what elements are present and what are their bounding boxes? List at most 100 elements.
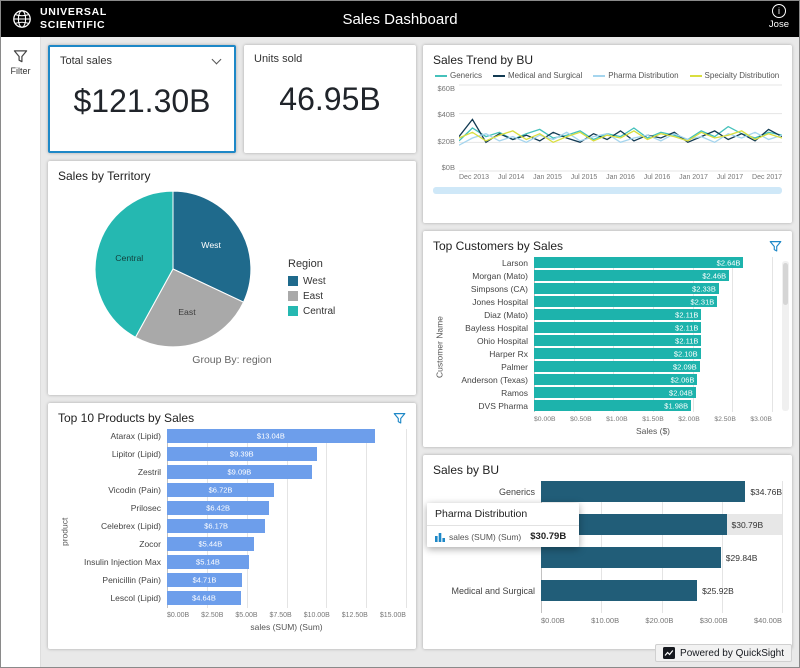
bar[interactable]: $2.10B: [534, 348, 701, 359]
bar[interactable]: $1.98B: [534, 400, 692, 411]
bar-value: $2.31B: [690, 297, 715, 306]
bar-track: $9.39B: [167, 447, 406, 461]
bar-row-atarax-lipid[interactable]: Atarax (Lipid) $13.04B: [71, 429, 406, 443]
x-axis: $0.00B $2.50B $5.00B $7.50B $10.00B $12.50B $1…: [167, 609, 406, 622]
chart-filter-icon[interactable]: [769, 240, 782, 253]
user-name[interactable]: Jose: [769, 19, 789, 30]
bar[interactable]: $2.46B: [534, 270, 730, 281]
bar-value: $25.92B: [702, 585, 734, 596]
bar-row-morgan-mato[interactable]: Morgan (Mato) $2.46B: [446, 270, 772, 281]
bar-row-item[interactable]: $29.84B: [433, 547, 782, 568]
legend-item-pharma-distribution[interactable]: Pharma Distribution: [593, 71, 679, 80]
bar-track: $29.84B: [541, 547, 782, 568]
bar[interactable]: [541, 481, 746, 502]
bar-row-anderson-texas[interactable]: Anderson (Texas) $2.06B: [446, 374, 772, 385]
x-tick-label: $0.50B: [570, 416, 592, 423]
bar[interactable]: [541, 547, 721, 568]
bar-row-simpsons-ca[interactable]: Simpsons (CA) $2.33B: [446, 283, 772, 294]
bar[interactable]: $4.71B: [167, 573, 243, 587]
page-title: Sales Dashboard: [342, 10, 458, 28]
bar-row-medical-and-surgical[interactable]: Medical and Surgical $25.92B: [433, 580, 782, 601]
line-series-pharma-distribution[interactable]: [459, 131, 782, 146]
quicksight-badge[interactable]: Powered by QuickSight: [655, 644, 792, 662]
bar-row-ramos[interactable]: Ramos $2.04B: [446, 387, 772, 398]
bar[interactable]: $13.04B: [167, 429, 375, 443]
chevron-down-icon[interactable]: [211, 54, 222, 65]
pie-slice-label: Central: [115, 253, 143, 263]
bar-row-penicillin-pain[interactable]: Penicillin (Pain) $4.71B: [71, 573, 406, 587]
bar[interactable]: $2.11B: [534, 335, 702, 346]
bar-category-label: Ohio Hospital: [476, 335, 528, 346]
bar[interactable]: $2.06B: [534, 374, 698, 385]
globe-logo-icon: [13, 10, 31, 28]
x-tick-label: Jul 2017: [716, 174, 744, 181]
bar-row-harper-rx[interactable]: Harper Rx $2.10B: [446, 348, 772, 359]
bar-row-celebrex-lipid[interactable]: Celebrex (Lipid) $6.17B: [71, 519, 406, 533]
legend-item-east[interactable]: East: [288, 291, 396, 302]
bar-track: $2.09B: [534, 361, 772, 372]
bar-row-larson[interactable]: Larson $2.64B: [446, 257, 772, 268]
bar-value: $9.39B: [229, 449, 254, 459]
bar[interactable]: $9.09B: [167, 465, 312, 479]
gridline: [782, 481, 783, 613]
bar-row-lipitor-lipid[interactable]: Lipitor (Lipid) $9.39B: [71, 447, 406, 461]
bar-value: $2.10B: [673, 349, 698, 358]
bar[interactable]: [541, 580, 698, 601]
bar[interactable]: $5.14B: [167, 555, 249, 569]
x-tick-label: $5.00B: [235, 612, 258, 619]
legend-item-medical-and-surgical[interactable]: Medical and Surgical: [493, 71, 582, 80]
kpi-label: Total sales: [60, 55, 112, 67]
bar-row-generics[interactable]: Generics $34.76B: [433, 481, 782, 502]
vertical-scrollbar[interactable]: [782, 261, 789, 411]
bar-row-ohio-hospital[interactable]: Ohio Hospital $2.11B: [446, 335, 772, 346]
bar-row-diaz-mato[interactable]: Diaz (Mato) $2.11B: [446, 309, 772, 320]
x-tick-label: $2.00B: [678, 416, 700, 423]
legend-item-west[interactable]: West: [288, 276, 396, 287]
bar-category-label: Penicillin (Pain): [102, 575, 161, 585]
bar-row-prilosec[interactable]: Prilosec $6.42B: [71, 501, 406, 515]
bar[interactable]: $6.42B: [167, 501, 270, 515]
bar[interactable]: $2.09B: [534, 361, 700, 372]
legend-label: Specialty Distribution: [704, 71, 780, 80]
x-axis: $0.00B $0.50B $1.00B $1.50B $2.00B $2.50B $3.0…: [534, 413, 772, 426]
bar[interactable]: $4.64B: [167, 591, 241, 605]
bar[interactable]: $6.17B: [167, 519, 266, 533]
legend-item-generics[interactable]: Generics: [435, 71, 482, 80]
bar-row-insulin-injection-max[interactable]: Insulin Injection Max $5.14B: [71, 555, 406, 569]
scrollbar-thumb[interactable]: [783, 263, 788, 305]
bar[interactable]: $6.72B: [167, 483, 275, 497]
bar-row-lescol-lipid[interactable]: Lescol (Lipid) $4.64B: [71, 591, 406, 605]
legend-item-central[interactable]: Central: [288, 306, 396, 317]
filter-button[interactable]: Filter: [11, 49, 31, 76]
legend-item-specialty-distribution[interactable]: Specialty Distribution: [689, 71, 780, 80]
x-tick-label: $10.00B: [591, 616, 620, 625]
bar-row-bayless-hospital[interactable]: Bayless Hospital $2.11B: [446, 322, 772, 333]
bar-row-palmer[interactable]: Palmer $2.09B: [446, 361, 772, 372]
bar-row-vicodin-pain[interactable]: Vicodin (Pain) $6.72B: [71, 483, 406, 497]
chart-filter-icon[interactable]: [393, 412, 406, 425]
top-products-bar-chart: product Atarax (Lipid) $13.04B Lipitor (Li…: [58, 429, 407, 634]
bar[interactable]: $9.39B: [167, 447, 317, 461]
bar[interactable]: $2.11B: [534, 322, 702, 333]
bar-row-zocor[interactable]: Zocor $5.44B: [71, 537, 406, 551]
legend-items: West East Central: [288, 276, 396, 317]
tooltip-value: $30.79B: [530, 531, 567, 542]
bar-row-zestril[interactable]: Zestril $9.09B: [71, 465, 406, 479]
x-axis-ticks: Dec 2013 Jul 2014 Jan 2015 Jul 2015 Jan 2016…: [459, 174, 782, 181]
y-axis-label: product: [59, 517, 70, 546]
bar[interactable]: $2.04B: [534, 387, 696, 398]
kpi-total-sales[interactable]: Total sales $121.30B: [48, 45, 236, 153]
bar[interactable]: $2.11B: [534, 309, 702, 320]
bar[interactable]: $2.33B: [534, 283, 719, 294]
x-tick-label: Jan 2016: [606, 174, 635, 181]
bar[interactable]: $5.44B: [167, 537, 254, 551]
bar-row-dvs-pharma[interactable]: DVS Pharma $1.98B: [446, 400, 772, 411]
bar-row-jones-hospital[interactable]: Jones Hospital $2.31B: [446, 296, 772, 307]
time-range-brush[interactable]: [433, 187, 782, 194]
kpi-units-sold[interactable]: Units sold 46.95B: [244, 45, 416, 153]
bar-value: $9.09B: [227, 467, 252, 477]
bar[interactable]: $2.64B: [534, 257, 744, 268]
legend-label: Medical and Surgical: [508, 71, 583, 80]
bar[interactable]: $2.31B: [534, 296, 718, 307]
info-icon[interactable]: i: [771, 4, 786, 18]
